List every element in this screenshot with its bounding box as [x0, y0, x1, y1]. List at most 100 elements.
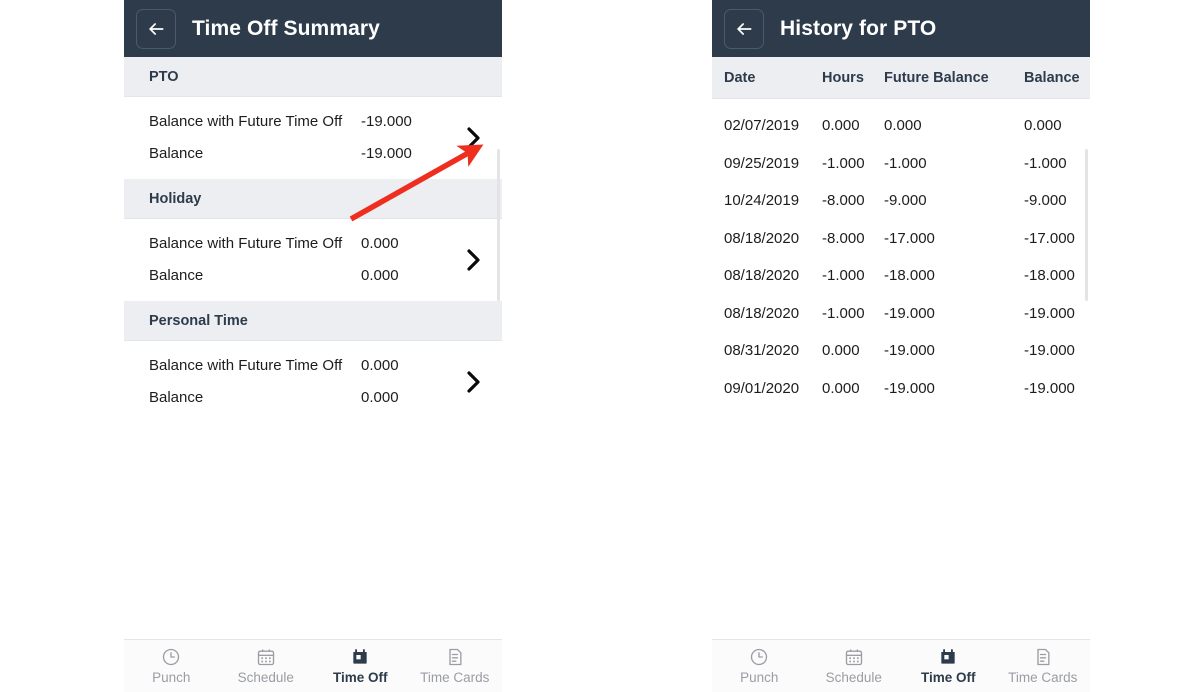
balance-group-pto[interactable]: Balance with Future Time Off -19.000 Bal…	[124, 97, 502, 179]
clock-icon	[749, 647, 769, 667]
summary-scroll-area[interactable]: PTO Balance with Future Time Off -19.000…	[124, 57, 502, 635]
calendar-icon	[256, 647, 276, 667]
cell-hours: -1.000	[822, 154, 865, 172]
list-item: Balance with Future Time Off 0.000	[124, 227, 502, 259]
section-header-pto: PTO	[124, 57, 502, 97]
balance-group-personal-time[interactable]: Balance with Future Time Off 0.000 Balan…	[124, 341, 502, 423]
nav-label: Punch	[152, 670, 191, 686]
table-row: 02/07/2019 0.000 0.000 0.000	[712, 107, 1090, 145]
cell-future-balance: -9.000	[884, 192, 927, 210]
app-bar: History for PTO	[712, 0, 1090, 57]
nav-item-schedule[interactable]: Schedule	[219, 640, 314, 692]
nav-label: Punch	[740, 670, 779, 686]
cell-future-balance: -19.000	[884, 304, 935, 322]
cell-future-balance: -18.000	[884, 267, 935, 285]
section-label: Holiday	[149, 190, 202, 207]
section-header-personal-time: Personal Time	[124, 301, 502, 341]
nav-item-time-cards[interactable]: Time Cards	[408, 640, 503, 692]
cell-balance: 0.000	[1024, 117, 1062, 135]
history-scroll-area[interactable]: Date Hours Future Balance Balance 02/07/…	[712, 57, 1090, 635]
list-item: Balance with Future Time Off 0.000	[124, 349, 502, 381]
arrow-left-icon	[734, 19, 754, 39]
table-row: 08/31/2020 0.000 -19.000 -19.000	[712, 332, 1090, 370]
page-title: Time Off Summary	[192, 16, 380, 40]
cell-date: 09/25/2019	[724, 154, 800, 172]
table-row: 08/18/2020 -1.000 -19.000 -19.000	[712, 295, 1090, 333]
list-item: Balance with Future Time Off -19.000	[124, 105, 502, 137]
vertical-scrollbar[interactable]	[497, 149, 500, 301]
balance-value: 0.000	[361, 234, 399, 252]
balance-label: Balance with Future Time Off	[149, 356, 343, 374]
cell-balance: -1.000	[1024, 154, 1067, 172]
back-button[interactable]	[136, 8, 176, 49]
app-bar: Time Off Summary	[124, 0, 502, 57]
balance-group-holiday[interactable]: Balance with Future Time Off 0.000 Balan…	[124, 219, 502, 301]
column-header-future-balance: Future Balance	[884, 69, 989, 86]
nav-item-time-cards[interactable]: Time Cards	[996, 640, 1091, 692]
section-label: Personal Time	[149, 312, 248, 329]
chevron-right-icon[interactable]	[462, 124, 484, 152]
time-off-icon	[350, 647, 370, 667]
nav-item-punch[interactable]: Punch	[124, 640, 219, 692]
table-row: 09/01/2020 0.000 -19.000 -19.000	[712, 370, 1090, 408]
balance-label: Balance with Future Time Off	[149, 112, 343, 130]
table-row: 10/24/2019 -8.000 -9.000 -9.000	[712, 182, 1090, 220]
column-header-balance: Balance	[1024, 69, 1080, 86]
nav-label: Time Off	[920, 670, 976, 686]
balance-label: Balance	[149, 144, 204, 162]
chevron-right-icon[interactable]	[462, 246, 484, 274]
cell-future-balance: -19.000	[884, 379, 935, 397]
nav-item-time-off[interactable]: Time Off	[901, 640, 996, 692]
cell-hours: 0.000	[822, 379, 860, 397]
cell-future-balance: -1.000	[884, 154, 927, 172]
section-header-holiday: Holiday	[124, 179, 502, 219]
table-row: 08/18/2020 -8.000 -17.000 -17.000	[712, 220, 1090, 258]
nav-label: Schedule	[825, 670, 882, 686]
nav-label: Time Off	[332, 670, 388, 686]
document-icon	[445, 647, 465, 667]
arrow-left-icon	[146, 19, 166, 39]
cell-future-balance: -17.000	[884, 229, 935, 247]
cell-hours: -1.000	[822, 304, 865, 322]
cell-hours: -8.000	[822, 229, 865, 247]
column-header-date: Date	[724, 69, 756, 86]
vertical-scrollbar[interactable]	[1085, 149, 1088, 301]
cell-future-balance: 0.000	[884, 117, 922, 135]
cell-date: 08/18/2020	[724, 267, 800, 285]
cell-date: 08/31/2020	[724, 342, 800, 360]
cell-future-balance: -19.000	[884, 342, 935, 360]
table-header-row: Date Hours Future Balance Balance	[712, 57, 1090, 99]
balance-value: 0.000	[361, 266, 399, 284]
cell-date: 02/07/2019	[724, 117, 800, 135]
balance-value: 0.000	[361, 388, 399, 406]
cell-balance: -19.000	[1024, 304, 1075, 322]
cell-date: 08/18/2020	[724, 229, 800, 247]
nav-item-time-off[interactable]: Time Off	[313, 640, 408, 692]
cell-balance: -19.000	[1024, 379, 1075, 397]
cell-date: 08/18/2020	[724, 304, 800, 322]
cell-hours: 0.000	[822, 342, 860, 360]
chevron-right-icon[interactable]	[462, 368, 484, 396]
section-label: PTO	[149, 68, 179, 85]
cell-balance: -18.000	[1024, 267, 1075, 285]
history-for-pto-screen: History for PTO Date Hours Future Balanc…	[712, 0, 1090, 692]
list-item: Balance 0.000	[124, 381, 502, 413]
cell-hours: 0.000	[822, 117, 860, 135]
nav-item-schedule[interactable]: Schedule	[807, 640, 902, 692]
bottom-navigation: Punch Schedule Time Off Time Cards	[124, 639, 502, 692]
list-item: Balance -19.000	[124, 137, 502, 169]
table-row: 08/18/2020 -1.000 -18.000 -18.000	[712, 257, 1090, 295]
back-button[interactable]	[724, 8, 764, 49]
balance-value: 0.000	[361, 356, 399, 374]
nav-item-punch[interactable]: Punch	[712, 640, 807, 692]
column-header-hours: Hours	[822, 69, 864, 86]
nav-label: Time Cards	[1008, 670, 1078, 686]
cell-date: 09/01/2020	[724, 379, 800, 397]
cell-date: 10/24/2019	[724, 192, 800, 210]
calendar-icon	[844, 647, 864, 667]
list-item: Balance 0.000	[124, 259, 502, 291]
balance-value: -19.000	[361, 144, 412, 162]
time-off-summary-screen: Time Off Summary PTO Balance with Future…	[124, 0, 502, 692]
table-row: 09/25/2019 -1.000 -1.000 -1.000	[712, 145, 1090, 183]
cell-hours: -8.000	[822, 192, 865, 210]
